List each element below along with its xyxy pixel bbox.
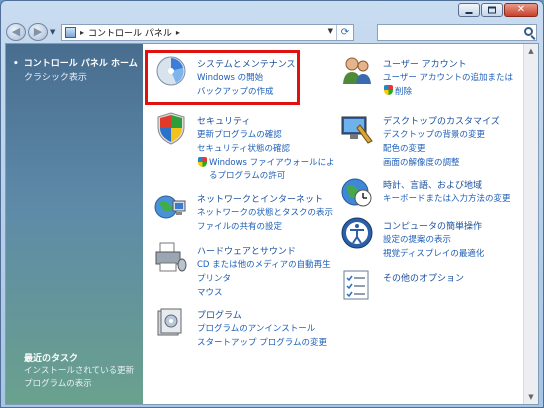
breadcrumb-separator-icon[interactable]: ▸ [80,28,84,37]
category-programs-title[interactable]: プログラム [197,308,242,321]
desktop-customize-icon [341,116,373,144]
address-dropdown-icon[interactable]: ▼ [328,27,333,35]
link-firewall-allow[interactable]: Windows ファイアウォールによ [209,156,335,168]
category-hardware-title[interactable]: ハードウェアとサウンド [197,244,296,257]
address-row: ◀ ▶ ▼ ▸ コントロール パネル ▸ ▼ ⟳ [1,21,543,43]
uac-shield-icon [198,157,207,167]
task-pane: コントロール パネル ホーム クラシック表示 最近のタスク インストールされてい… [6,44,143,404]
recent-task-view-updates[interactable]: インストールされている更新プログラムの表示 [24,365,139,391]
search-icon[interactable] [524,27,533,36]
ease-of-access-icon [341,217,373,249]
highlight-frame [145,50,300,105]
link-screen-resolution[interactable]: 画面の解像度の調整 [383,156,460,168]
category-security-title[interactable]: セキュリティ [197,114,250,127]
user-accounts-icon [343,57,371,84]
category-other-title[interactable]: その他のオプション [383,271,464,284]
minimize-icon [465,12,473,14]
security-shield-icon [157,112,185,145]
category-programs: プログラム プログラムのアンインストール スタートアップ プログラムの変更 [154,305,344,350]
other-options-list-icon [343,270,369,300]
category-user: ユーザー アカウント ユーザー アカウントの追加または 削除 [340,54,520,104]
network-globe-icon [154,195,186,219]
link-file-sharing[interactable]: ファイルの共有の設定 [197,220,282,232]
recent-pages-dropdown[interactable]: ▼ [50,28,55,36]
category-network: ネットワークとインターネット ネットワークの状態とタスクの表示 ファイルの共有の… [154,189,344,234]
category-user-title[interactable]: ユーザー アカウント [383,57,467,70]
forward-arrow-icon: ▶ [33,25,43,38]
scroll-down-icon[interactable]: ▼ [526,393,536,401]
maximize-button[interactable] [481,3,503,17]
vertical-scrollbar[interactable]: ▲ ▼ [523,44,538,404]
address-bar[interactable]: ▸ コントロール パネル ▸ ▼ ⟳ [61,24,354,41]
category-security: セキュリティ 更新プログラムの確認 セキュリティ状態の確認 Windows ファ… [154,111,335,181]
sidebar-control-panel-home[interactable]: コントロール パネル ホーム [13,56,138,69]
link-printer[interactable]: プリンタ [197,272,231,284]
link-security-status[interactable]: セキュリティ状態の確認 [197,142,290,154]
control-panel-window: ✕ ◀ ▶ ▼ ▸ コントロール パネル ▸ ▼ ⟳ コントロール パネル ホー… [0,0,544,408]
link-check-updates[interactable]: 更新プログラムの確認 [197,128,282,140]
close-button[interactable]: ✕ [504,3,538,17]
uac-shield-icon [384,85,393,95]
category-other: その他のオプション [340,268,520,302]
category-access: コンピュータの簡単操作 設定の提案の表示 視覚ディスプレイの最適化 [340,216,520,261]
recent-tasks-heading: 最近のタスク [24,354,79,364]
refresh-icon[interactable]: ⟳ [336,25,353,40]
link-uninstall[interactable]: プログラムのアンインストール [197,322,315,334]
breadcrumb-control-panel[interactable]: コントロール パネル [88,26,172,39]
category-clock-title[interactable]: 時計、言語、および地域 [383,178,482,191]
link-optimize-display[interactable]: 視覚ディスプレイの最適化 [383,247,484,259]
forward-button[interactable]: ▶ [28,23,48,41]
clock-globe-icon [341,178,372,207]
window-buttons: ✕ [457,3,538,17]
control-panel-icon [65,27,76,38]
category-clock: 時計、言語、および地域 キーボードまたは入力方法の変更 [340,175,520,215]
search-input[interactable] [377,24,537,41]
maximize-icon [488,6,496,14]
category-access-title[interactable]: コンピュータの簡単操作 [383,219,482,232]
link-autoplay[interactable]: CD または他のメディアの自動再生 [197,258,331,270]
link-add-remove-user[interactable]: ユーザー アカウントの追加または [383,71,513,83]
link-keyboard-input[interactable]: キーボードまたは入力方法の変更 [383,192,511,204]
title-bar: ✕ [1,1,543,21]
category-desktop-title[interactable]: デスクトップのカスタマイズ [383,114,500,127]
scroll-up-icon[interactable]: ▲ [526,47,536,55]
sidebar-classic-view[interactable]: クラシック表示 [24,70,87,83]
link-firewall-allow-cont[interactable]: るプログラムの許可 [209,169,285,181]
breadcrumb-separator-icon[interactable]: ▸ [176,28,180,37]
link-mouse[interactable]: マウス [197,286,223,298]
category-network-title[interactable]: ネットワークとインターネット [197,192,323,205]
minimize-button[interactable] [458,3,480,17]
link-desktop-background[interactable]: デスクトップの背景の変更 [383,128,485,140]
link-startup-programs[interactable]: スタートアップ プログラムの変更 [197,336,327,348]
programs-box-icon [157,308,182,336]
close-icon: ✕ [516,4,526,15]
hardware-printer-icon [155,242,187,272]
link-color-scheme[interactable]: 配色の変更 [383,142,426,154]
category-desktop: デスクトップのカスタマイズ デスクトップの背景の変更 配色の変更 画面の解像度の… [340,111,520,171]
back-button[interactable]: ◀ [6,23,26,41]
link-network-status[interactable]: ネットワークの状態とタスクの表示 [197,206,333,218]
category-hardware: ハードウェアとサウンド CD または他のメディアの自動再生 プリンタ マウス [154,241,344,299]
link-add-remove-user-cont[interactable]: 削除 [395,85,412,97]
link-suggest-settings[interactable]: 設定の提案の表示 [383,233,451,245]
back-arrow-icon: ◀ [11,25,21,38]
